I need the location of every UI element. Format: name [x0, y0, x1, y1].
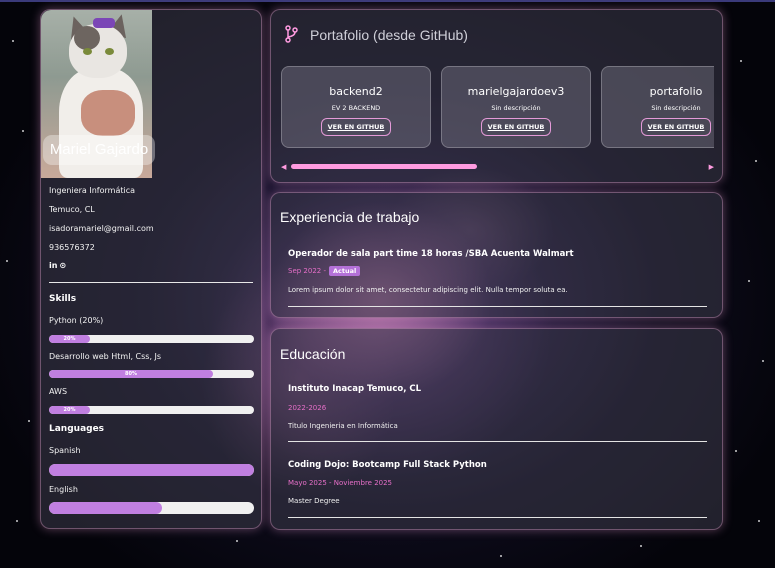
current-badge: Actual	[328, 266, 361, 276]
repo-carousel[interactable]: backend2 EV 2 BACKEND VER EN GITHUB mari…	[281, 66, 714, 160]
repo-description: Sin descripción	[651, 104, 701, 112]
skill-bar: 20%	[49, 406, 254, 414]
skill-bar: 80%	[49, 370, 254, 378]
horizontal-scrollbar[interactable]: ◀ ▶	[281, 162, 714, 171]
social-links: in ⊙	[49, 261, 66, 270]
star	[758, 520, 760, 522]
bow	[93, 18, 115, 28]
star	[28, 420, 30, 422]
degree: Master Degree	[288, 497, 340, 505]
divider	[49, 282, 253, 283]
star	[755, 160, 757, 162]
degree: Titulo Ingenieria en Informática	[288, 422, 398, 430]
job-description: Lorem ipsum dolor sit amet, consectetur …	[288, 286, 568, 294]
language-bar	[49, 502, 254, 514]
cat-eye	[83, 48, 92, 55]
repo-card: marielgajardoev3 Sin descripción VER EN …	[441, 66, 591, 148]
star	[640, 545, 642, 547]
star	[12, 40, 14, 42]
repo-card: backend2 EV 2 BACKEND VER EN GITHUB	[281, 66, 431, 148]
experience-panel: Experiencia de trabajo Operador de sala …	[270, 192, 723, 318]
skill-bar-fill: 20%	[49, 335, 90, 343]
repo-description: EV 2 BACKEND	[331, 104, 381, 112]
view-github-button[interactable]: VER EN GITHUB	[480, 118, 552, 136]
profile-title: Ingeniera Informática	[49, 186, 136, 195]
school-date: 2022-2026	[288, 404, 327, 412]
job-date-text: Sep 2022 -	[288, 267, 326, 275]
star	[740, 60, 742, 62]
repo-name: marielgajardoev3	[467, 85, 565, 98]
view-github-button[interactable]: VER EN GITHUB	[640, 118, 712, 136]
skills-heading: Skills	[49, 294, 77, 304]
portfolio-panel: Portafolio (desde GitHub) backend2 EV 2 …	[270, 9, 723, 183]
cat-patch	[74, 26, 100, 50]
skill-label: Desarrollo web Html, Css, Js	[49, 352, 162, 361]
star	[16, 520, 18, 522]
school-name: Instituto Inacap Temuco, CL	[288, 384, 422, 394]
language-label: English	[49, 485, 78, 494]
star	[236, 540, 238, 542]
view-github-button[interactable]: VER EN GITHUB	[320, 118, 392, 136]
cat-eye	[105, 48, 114, 55]
language-bar	[49, 464, 254, 476]
school-name: Coding Dojo: Bootcamp Full Stack Python	[288, 460, 487, 470]
job-date: Sep 2022 - Actual	[288, 266, 361, 276]
scroll-right-icon[interactable]: ▶	[709, 163, 714, 171]
git-branch-icon	[285, 25, 298, 43]
skill-bar-fill: 20%	[49, 406, 90, 414]
star	[748, 280, 750, 282]
school-date: Mayo 2025 - Noviembre 2025	[288, 479, 393, 487]
skill-bar-fill: 80%	[49, 370, 213, 378]
language-label: Spanish	[49, 446, 81, 455]
star	[22, 130, 24, 132]
language-bar-fill	[49, 464, 254, 476]
scroll-thumb[interactable]	[291, 164, 477, 169]
skill-label: AWS	[49, 387, 68, 396]
repo-description: Sin descripción	[491, 104, 541, 112]
skill-bar: 20%	[49, 335, 254, 343]
github-icon[interactable]: ⊙	[59, 261, 66, 270]
job-title: Operador de sala part time 18 horas /SBA…	[288, 249, 574, 259]
experience-title: Experiencia de trabajo	[280, 209, 420, 225]
skill-label: Python (20%)	[49, 316, 104, 325]
star	[735, 450, 737, 452]
repo-card: portafolio Sin descripción VER EN GITHUB	[601, 66, 714, 148]
profile-location: Temuco, CL	[49, 205, 95, 214]
star	[6, 260, 8, 262]
repo-name: portafolio	[649, 85, 703, 98]
scroll-left-icon[interactable]: ◀	[281, 163, 286, 171]
divider	[288, 441, 707, 442]
divider	[288, 517, 707, 518]
divider	[288, 306, 707, 307]
profile-phone: 936576372	[49, 243, 95, 252]
profile-email: isadoramariel@gmail.com	[49, 224, 154, 233]
education-title: Educación	[280, 346, 346, 362]
top-border	[0, 0, 775, 2]
education-panel: Educación Instituto Inacap Temuco, CL 20…	[270, 328, 723, 530]
profile-name: Mariel Gajardo	[43, 135, 155, 165]
star	[762, 360, 764, 362]
linkedin-icon[interactable]: in	[49, 261, 57, 270]
language-bar-fill	[49, 502, 162, 514]
portfolio-title: Portafolio (desde GitHub)	[310, 27, 468, 43]
star	[500, 555, 502, 557]
languages-heading: Languages	[49, 424, 105, 434]
hand	[81, 90, 135, 136]
repo-name: backend2	[329, 85, 383, 98]
profile-sidebar: Mariel Gajardo Ingeniera Informática Tem…	[40, 9, 262, 529]
